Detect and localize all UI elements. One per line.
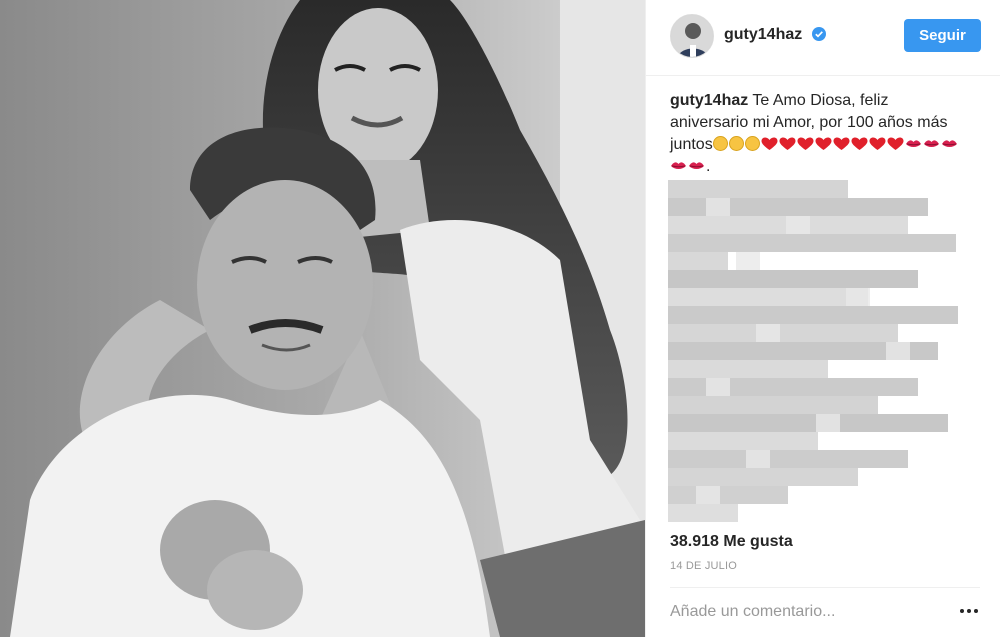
comment-bar	[670, 587, 980, 637]
more-dot	[967, 609, 971, 613]
likes-count[interactable]: 38.918 Me gusta	[670, 533, 793, 551]
blurred-comments	[668, 180, 958, 522]
post-date[interactable]: 14 DE JULIO	[670, 560, 737, 572]
more-dot	[974, 609, 978, 613]
more-dot	[960, 609, 964, 613]
photo-illustration	[0, 0, 645, 637]
post-photo[interactable]	[0, 0, 645, 637]
post-side-panel: guty14haz Seguir guty14haz Te Amo Diosa,…	[645, 0, 1000, 637]
comment-input[interactable]	[670, 600, 930, 624]
more-options-icon[interactable]	[958, 604, 980, 618]
